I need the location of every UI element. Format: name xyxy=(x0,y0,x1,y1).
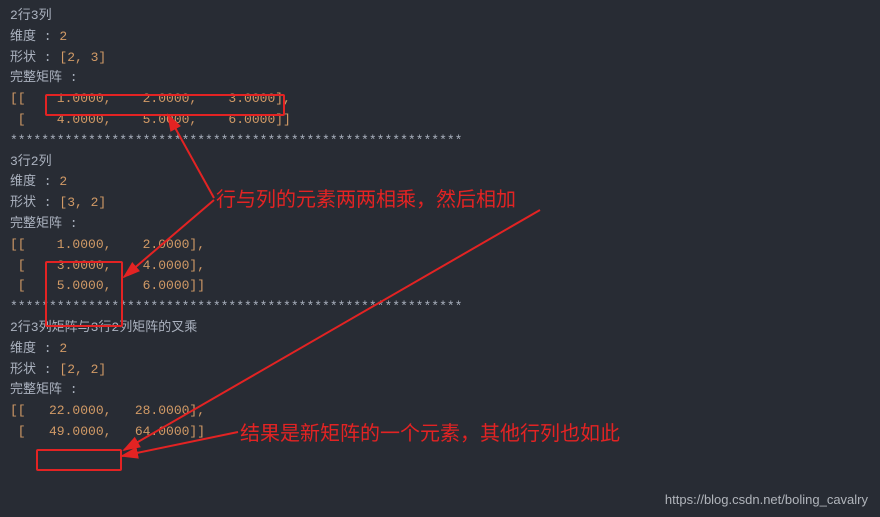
divider1: ****************************************… xyxy=(10,133,462,148)
sec2-shape-value: [3, 2] xyxy=(59,195,106,210)
sec3-dim-value: 2 xyxy=(59,341,67,356)
sec3-dim-label: 维度 : xyxy=(10,341,52,356)
highlight-col-b xyxy=(45,261,123,327)
sec2-dim-value: 2 xyxy=(59,174,67,189)
sec2-dim-label: 维度 : xyxy=(10,174,52,189)
sec3-shape-value: [2, 2] xyxy=(59,362,106,377)
sec2-row1: [[ 1.0000, 2.0000], xyxy=(10,237,205,252)
sec1-dim-label: 维度 : xyxy=(10,29,52,44)
highlight-row-a xyxy=(45,94,285,116)
sec3-row2: [ 49.0000, 64.0000]] xyxy=(10,424,205,439)
sec1-title: 2行3列 xyxy=(10,8,52,23)
sec2-shape-label: 形状 : xyxy=(10,195,52,210)
watermark: https://blog.csdn.net/boling_cavalry xyxy=(665,490,868,511)
highlight-result-elem xyxy=(36,449,122,471)
sec2-title: 3行2列 xyxy=(10,154,52,169)
code-block: 2行3列 维度 : 2 形状 : [2, 3] 完整矩阵 : [[ 1.0000… xyxy=(0,0,880,449)
sec3-row1: [[ 22.0000, 28.0000], xyxy=(10,403,205,418)
annotation-1: 行与列的元素两两相乘，然后相加 xyxy=(216,184,516,216)
sec1-shape-label: 形状 : xyxy=(10,50,52,65)
sec1-dim-value: 2 xyxy=(59,29,67,44)
sec1-shape-value: [2, 3] xyxy=(59,50,106,65)
sec3-full-label: 完整矩阵 : xyxy=(10,382,78,397)
annotation-2: 结果是新矩阵的一个元素，其他行列也如此 xyxy=(240,418,620,450)
sec2-full-label: 完整矩阵 : xyxy=(10,216,78,231)
sec3-shape-label: 形状 : xyxy=(10,362,52,377)
sec1-full-label: 完整矩阵 : xyxy=(10,70,78,85)
diagram-root: 2行3列 维度 : 2 形状 : [2, 3] 完整矩阵 : [[ 1.0000… xyxy=(0,0,880,517)
